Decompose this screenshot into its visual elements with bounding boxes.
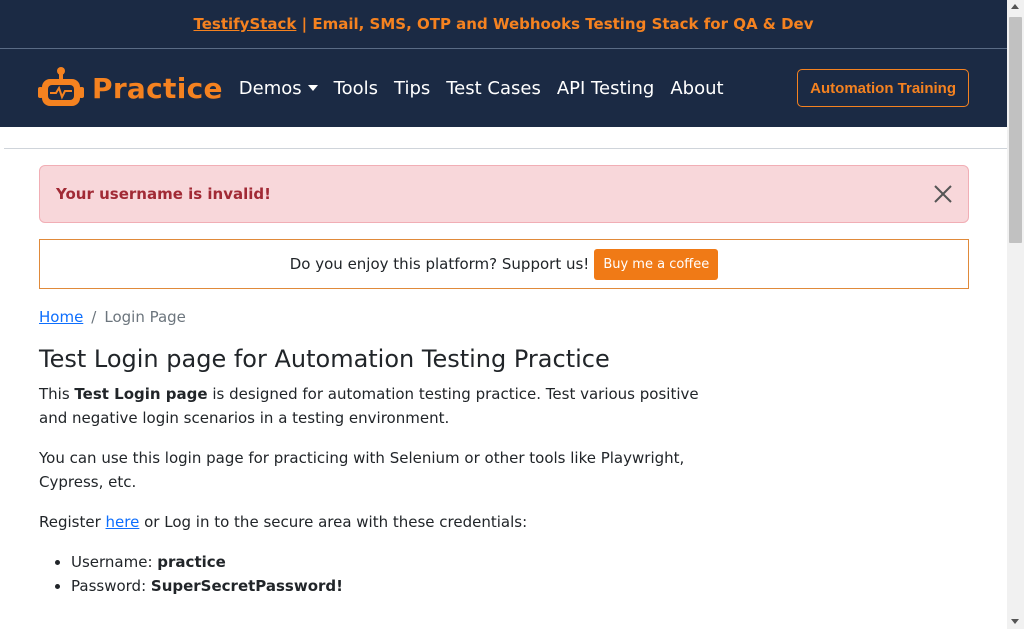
breadcrumb: Home / Login Page (39, 308, 969, 326)
register-text-end: or Log in to the secure area with these … (139, 513, 528, 531)
username-value: practice (157, 553, 226, 571)
credentials-list: Username: practice Password: SuperSecret… (39, 550, 969, 598)
page-title: Test Login page for Automation Testing P… (39, 345, 610, 373)
support-text: Do you enjoy this platform? Support us! (289, 255, 590, 273)
caret-down-icon (307, 85, 318, 91)
scroll-thumb[interactable] (1009, 17, 1022, 243)
list-item: Username: practice (71, 550, 969, 574)
breadcrumb-separator: / (91, 308, 97, 326)
nav-tips[interactable]: Tips (394, 78, 430, 99)
nav-tools[interactable]: Tools (334, 78, 378, 99)
page-viewport: TestifyStack | Email, SMS, OTP and Webho… (0, 0, 1007, 629)
nav-demos[interactable]: Demos (239, 78, 318, 99)
nav-test-cases[interactable]: Test Cases (446, 78, 541, 99)
password-value: SuperSecretPassword! (150, 577, 343, 595)
tools-paragraph: You can use this login page for practici… (39, 449, 685, 491)
password-label: Password: (71, 577, 151, 595)
list-item: Password: SuperSecretPassword! (71, 574, 969, 598)
register-link[interactable]: here (106, 513, 140, 531)
top-banner: TestifyStack | Email, SMS, OTP and Webho… (0, 0, 1007, 49)
robot-logo-icon (38, 67, 84, 106)
scroll-up-icon[interactable] (1011, 4, 1019, 9)
error-alert: Your username is invalid! (39, 165, 969, 223)
close-icon[interactable] (932, 183, 954, 205)
intro-bold: Test Login page (74, 385, 208, 403)
testifystack-link[interactable]: TestifyStack (193, 15, 296, 33)
register-text-start: Register (39, 513, 106, 531)
username-label: Username: (71, 553, 158, 571)
nav-demos-label: Demos (238, 77, 302, 99)
divider (4, 148, 1007, 149)
intro-text-start: This (39, 385, 75, 403)
automation-training-button[interactable]: Automation Training (797, 69, 969, 107)
support-banner: Do you enjoy this platform? Support us! … (39, 239, 969, 289)
main-content: Your username is invalid! Do you enjoy t… (0, 165, 1007, 598)
breadcrumb-home[interactable]: Home (39, 308, 83, 326)
main-navbar: Practice Demos Tools Tips Test Cases API… (0, 49, 1007, 127)
brand-name: Practice (92, 71, 223, 105)
banner-text: | Email, SMS, OTP and Webhooks Testing S… (296, 15, 814, 33)
register-paragraph: Register here or Log in to the secure ar… (39, 510, 719, 534)
nav-about[interactable]: About (670, 78, 723, 99)
nav-api-testing[interactable]: API Testing (557, 78, 654, 99)
vertical-scrollbar[interactable] (1007, 0, 1024, 629)
brand[interactable]: Practice (38, 65, 223, 111)
intro-paragraph: This Test Login page is designed for aut… (39, 382, 719, 430)
scroll-down-icon[interactable] (1011, 619, 1019, 624)
breadcrumb-current: Login Page (104, 308, 186, 326)
nav-links: Demos Tools Tips Test Cases API Testing … (239, 78, 724, 99)
buy-coffee-button[interactable]: Buy me a coffee (594, 248, 719, 280)
alert-message: Your username is invalid! (56, 185, 271, 203)
